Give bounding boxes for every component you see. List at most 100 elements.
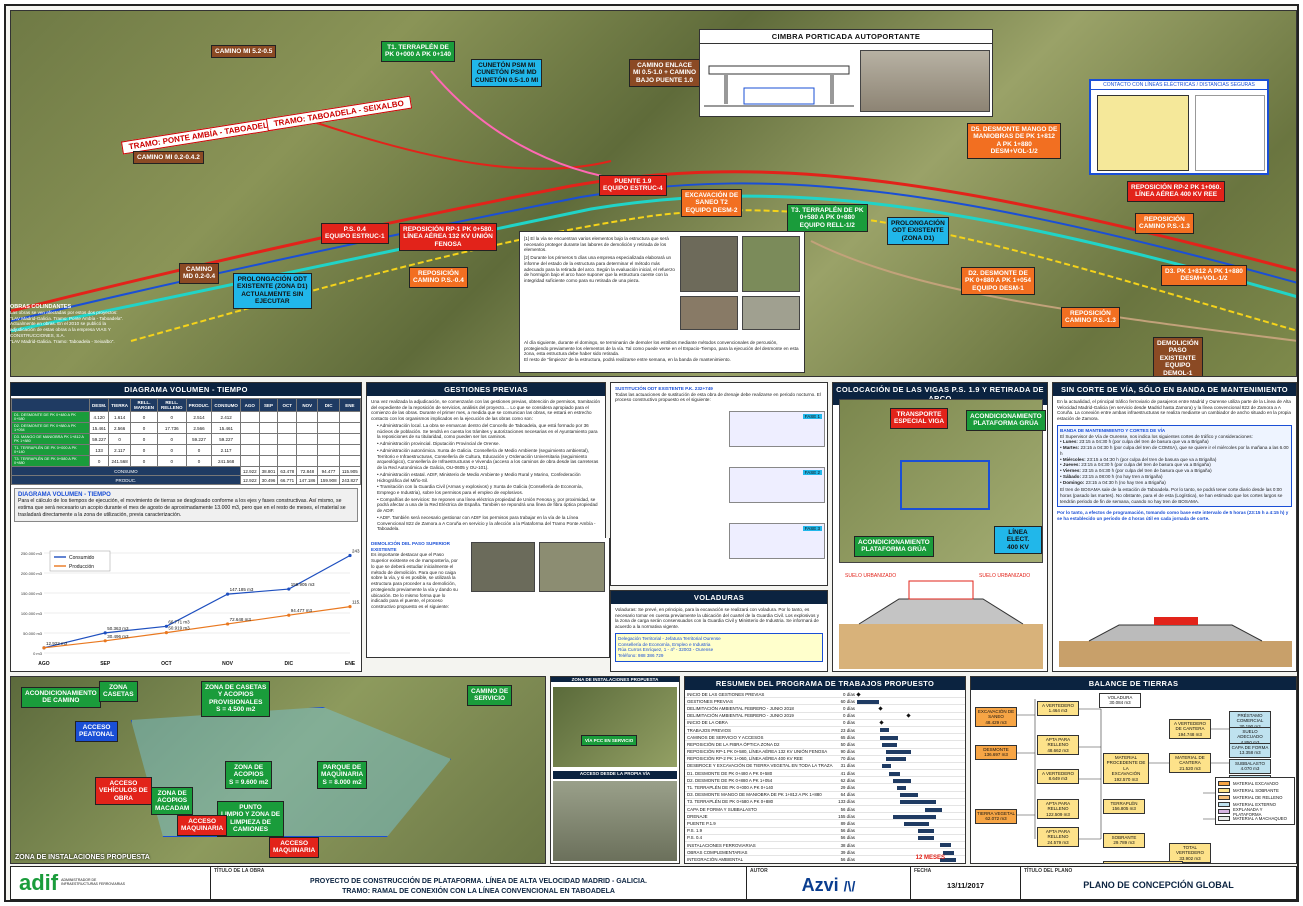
balance-legend-item: EXPLANADA Y PLATAFORMA: [1218, 807, 1292, 817]
diagrama-foot-cell: 159.908: [317, 475, 340, 485]
chart-point: [226, 622, 230, 626]
diagrama-cell: [338, 422, 361, 434]
gantt-task-duration: 39 días: [840, 849, 855, 855]
diagrama-cell: 2.117: [108, 444, 132, 456]
gantt-row: P.S. 1.9 56 días: [685, 828, 965, 835]
balance-box-apta-relleno: APTA PARA RELLENO 48.662 m3: [1037, 735, 1079, 756]
chart-legend-label: Producción: [69, 564, 94, 570]
gantt-bar: [925, 807, 942, 812]
gantt-bar: [900, 793, 919, 798]
chart-x-tick: SEP: [100, 661, 111, 667]
gestiones-item: • Administración local. La obra se enmar…: [377, 422, 598, 440]
gantt-bar: [900, 800, 937, 805]
diagrama-foot-cell: 115.905: [338, 466, 361, 476]
cimbra-panel: CIMBRA PORTICADA AUTOPORTANTE: [699, 29, 993, 117]
sincorte-section: [1059, 617, 1292, 667]
diagrama-foot-cell: 147.186: [296, 475, 319, 485]
diagrama-cell: [277, 411, 298, 423]
label-reposicion-rp2: REPOSICIÓN RP-2 PK 1+060. LÍNEA AÉREA 40…: [1127, 181, 1226, 202]
gantt-bar: [882, 764, 892, 769]
gantt-bar: [879, 720, 885, 725]
chart-x-tick: ENE: [345, 661, 356, 667]
diagrama-cell: 0: [157, 444, 187, 456]
diagrama-cell: 17.736: [157, 422, 187, 434]
label-reposicion-rp1: REPOSICIÓN RP-1 PK 0+580. LÍNEA AÉREA 13…: [399, 223, 498, 252]
fase3-drawing: FASE 3: [729, 523, 825, 559]
diagrama-cell: [239, 444, 260, 456]
gantt-bar: [885, 757, 906, 762]
gantt-row: INSTALACIONES FERROVIARIAS 38 días: [685, 842, 965, 850]
dia-time: 23:15 a 04:30 h (por culpa del tren de b…: [1079, 439, 1209, 445]
tb-obra-1: PROYECTO DE CONSTRUCCIÓN DE PLATAFORMA. …: [310, 878, 647, 885]
tb-autor-cell: AUTOR Azvi /\/: [747, 867, 911, 899]
voladuras-contact: Delegación Territorial - Jefatura Territ…: [615, 632, 823, 662]
balance-legend-item: MATERIAL DE RELLENO: [1218, 794, 1292, 801]
gantt-row: D3. DESMONTE MANGO DE MANIOBRA DE PK 1+8…: [685, 792, 965, 799]
gantt-bar: [889, 771, 901, 776]
colocacion-panel: COLOCACIÓN DE LAS VIGAS P.S. 1.9 Y RETIR…: [832, 382, 1048, 672]
gantt: INICIO DE LAS GESTIONES PREVIAS 0 días GES…: [685, 690, 965, 865]
gantt-task-name: OBRAS COMPLEMENTARIAS: [687, 849, 748, 855]
diagrama-cell: 241.568: [211, 455, 241, 467]
diagrama-row: D1. DESMONTE DE PK 0+480 A PK 0+580 4.120…: [11, 411, 361, 423]
diagrama-cell: 2.566: [185, 422, 213, 434]
balance-box-material-excavacion: MATERIAL PROCEDENTE DE LA EXCAVACIÓN 192…: [1103, 753, 1149, 784]
diagrama-cell: 0: [157, 455, 187, 467]
sincorte-panel: SIN CORTE DE VÍA, SÓLO EN BANDA DE MANTE…: [1052, 382, 1297, 672]
acond-label: ACONDICIONAMIENTO PLATAFORMA GRÚA: [966, 410, 1046, 431]
balance-box-tierra-vegetal: TIERRA VEGETAL 62.072 m3: [975, 809, 1017, 824]
gantt-row: INICIO DE LAS GESTIONES PREVIAS 0 días: [685, 691, 965, 699]
sustitucion-body: SUSTITUCIÓN ODT EXISTENTE P.K. 232+749 T…: [611, 383, 827, 406]
label-cuneton: CUNETÓN PSM MI CUNETÓN PSM MD CUNETÓN 0.…: [471, 59, 543, 88]
chart-y-tick: 150.000 m3: [21, 591, 43, 596]
balance-legend-swatch: [1218, 781, 1230, 786]
note-photo-2: [742, 236, 800, 292]
gantt-task-duration: 90 días: [840, 749, 855, 755]
note-photo-3: [680, 296, 738, 330]
diagrama-row: D2. DESMONTE DE PK 0+880 A PK 1+054 15.46…: [11, 422, 361, 434]
gantt-task-name: REPOSICIÓN RP-1 PK 0+580, LÍNEA AÉREA 13…: [687, 749, 828, 755]
inst-zona-casetas: ZONA CASETAS: [99, 681, 138, 702]
chart-point: [164, 631, 168, 635]
gantt-row: LIMPIEZA Y TERMINACIÓN DE LAS OBRAS22 dí…: [685, 864, 965, 865]
diagrama-cell: [277, 455, 298, 467]
gantt-task-duration: 0 días: [843, 705, 855, 711]
gantt-task-duration: 0 días: [843, 691, 855, 697]
chart-data-label: 50.919 m3: [168, 626, 190, 631]
lineas-table: [1195, 95, 1265, 171]
gantt-task-duration: 56 días: [840, 828, 855, 834]
gantt-bar: [892, 778, 911, 783]
gantt-task-name: DRENAJE: [687, 813, 708, 819]
gantt-bar: [857, 699, 879, 704]
balance-box-excavacion-sanear: EXCAVACIÓN DE SANEO 48.429 m3: [975, 707, 1017, 728]
programa-panel: RESUMEN DEL PROGRAMA DE TRABAJOS PROPUES…: [684, 676, 966, 864]
chart-data-label: 30.496 m3: [107, 634, 129, 639]
diagrama-cell: 0: [130, 455, 159, 467]
suelo-label-2: SUELO URBANIZADO: [979, 573, 1030, 579]
gantt-bar: [880, 735, 899, 740]
diagrama-cell: [239, 422, 260, 434]
diagrama-header-cell: AGO: [239, 398, 260, 412]
diagrama-panel: DIAGRAMA VOLUMEN - TIEMPO DESM. TIERRA REL…: [10, 382, 362, 672]
diagrama-cell: [277, 433, 298, 445]
gantt-row: D2. DESMONTE DE PK 0+880 A PK 1+054 62 dí…: [685, 777, 965, 785]
diagrama-foot-cell: 12.922: [239, 466, 260, 476]
diagrama-cell: 0: [130, 422, 159, 434]
dia-name: • Martes:: [1060, 445, 1081, 451]
lineas-diagram: [1097, 95, 1189, 171]
gantt-bar-area: [857, 763, 965, 769]
chart-data-label: 159.905 m3: [291, 582, 315, 587]
gantt-task-name: P.S. 0.4: [687, 835, 703, 841]
note-p4: El resto de "limpieza" de la estructura,…: [524, 357, 731, 363]
diagrama-header-cell: DESM.: [88, 398, 110, 412]
note-photo-1: [680, 236, 738, 292]
chart-y-tick: 50.000 m3: [23, 631, 43, 636]
gantt-task-name: REPOSICIÓN DE LA FIBRA ÓPTICA ZONA D2: [687, 741, 780, 747]
chart-x-tick: OCT: [161, 661, 172, 667]
label-puente-1-9: PUENTE 1.9 EQUIPO ESTRUC-4: [599, 175, 667, 196]
gantt-bar-area: [857, 756, 965, 762]
diagrama-cell: [239, 411, 260, 423]
diagrama-header: DESM. TIERRA RELL. MARGEN RELL. RELLENO PROD…: [11, 398, 361, 412]
gantt-task-duration: 56 días: [840, 806, 855, 812]
chart-y-tick: 0 m3: [33, 651, 43, 656]
